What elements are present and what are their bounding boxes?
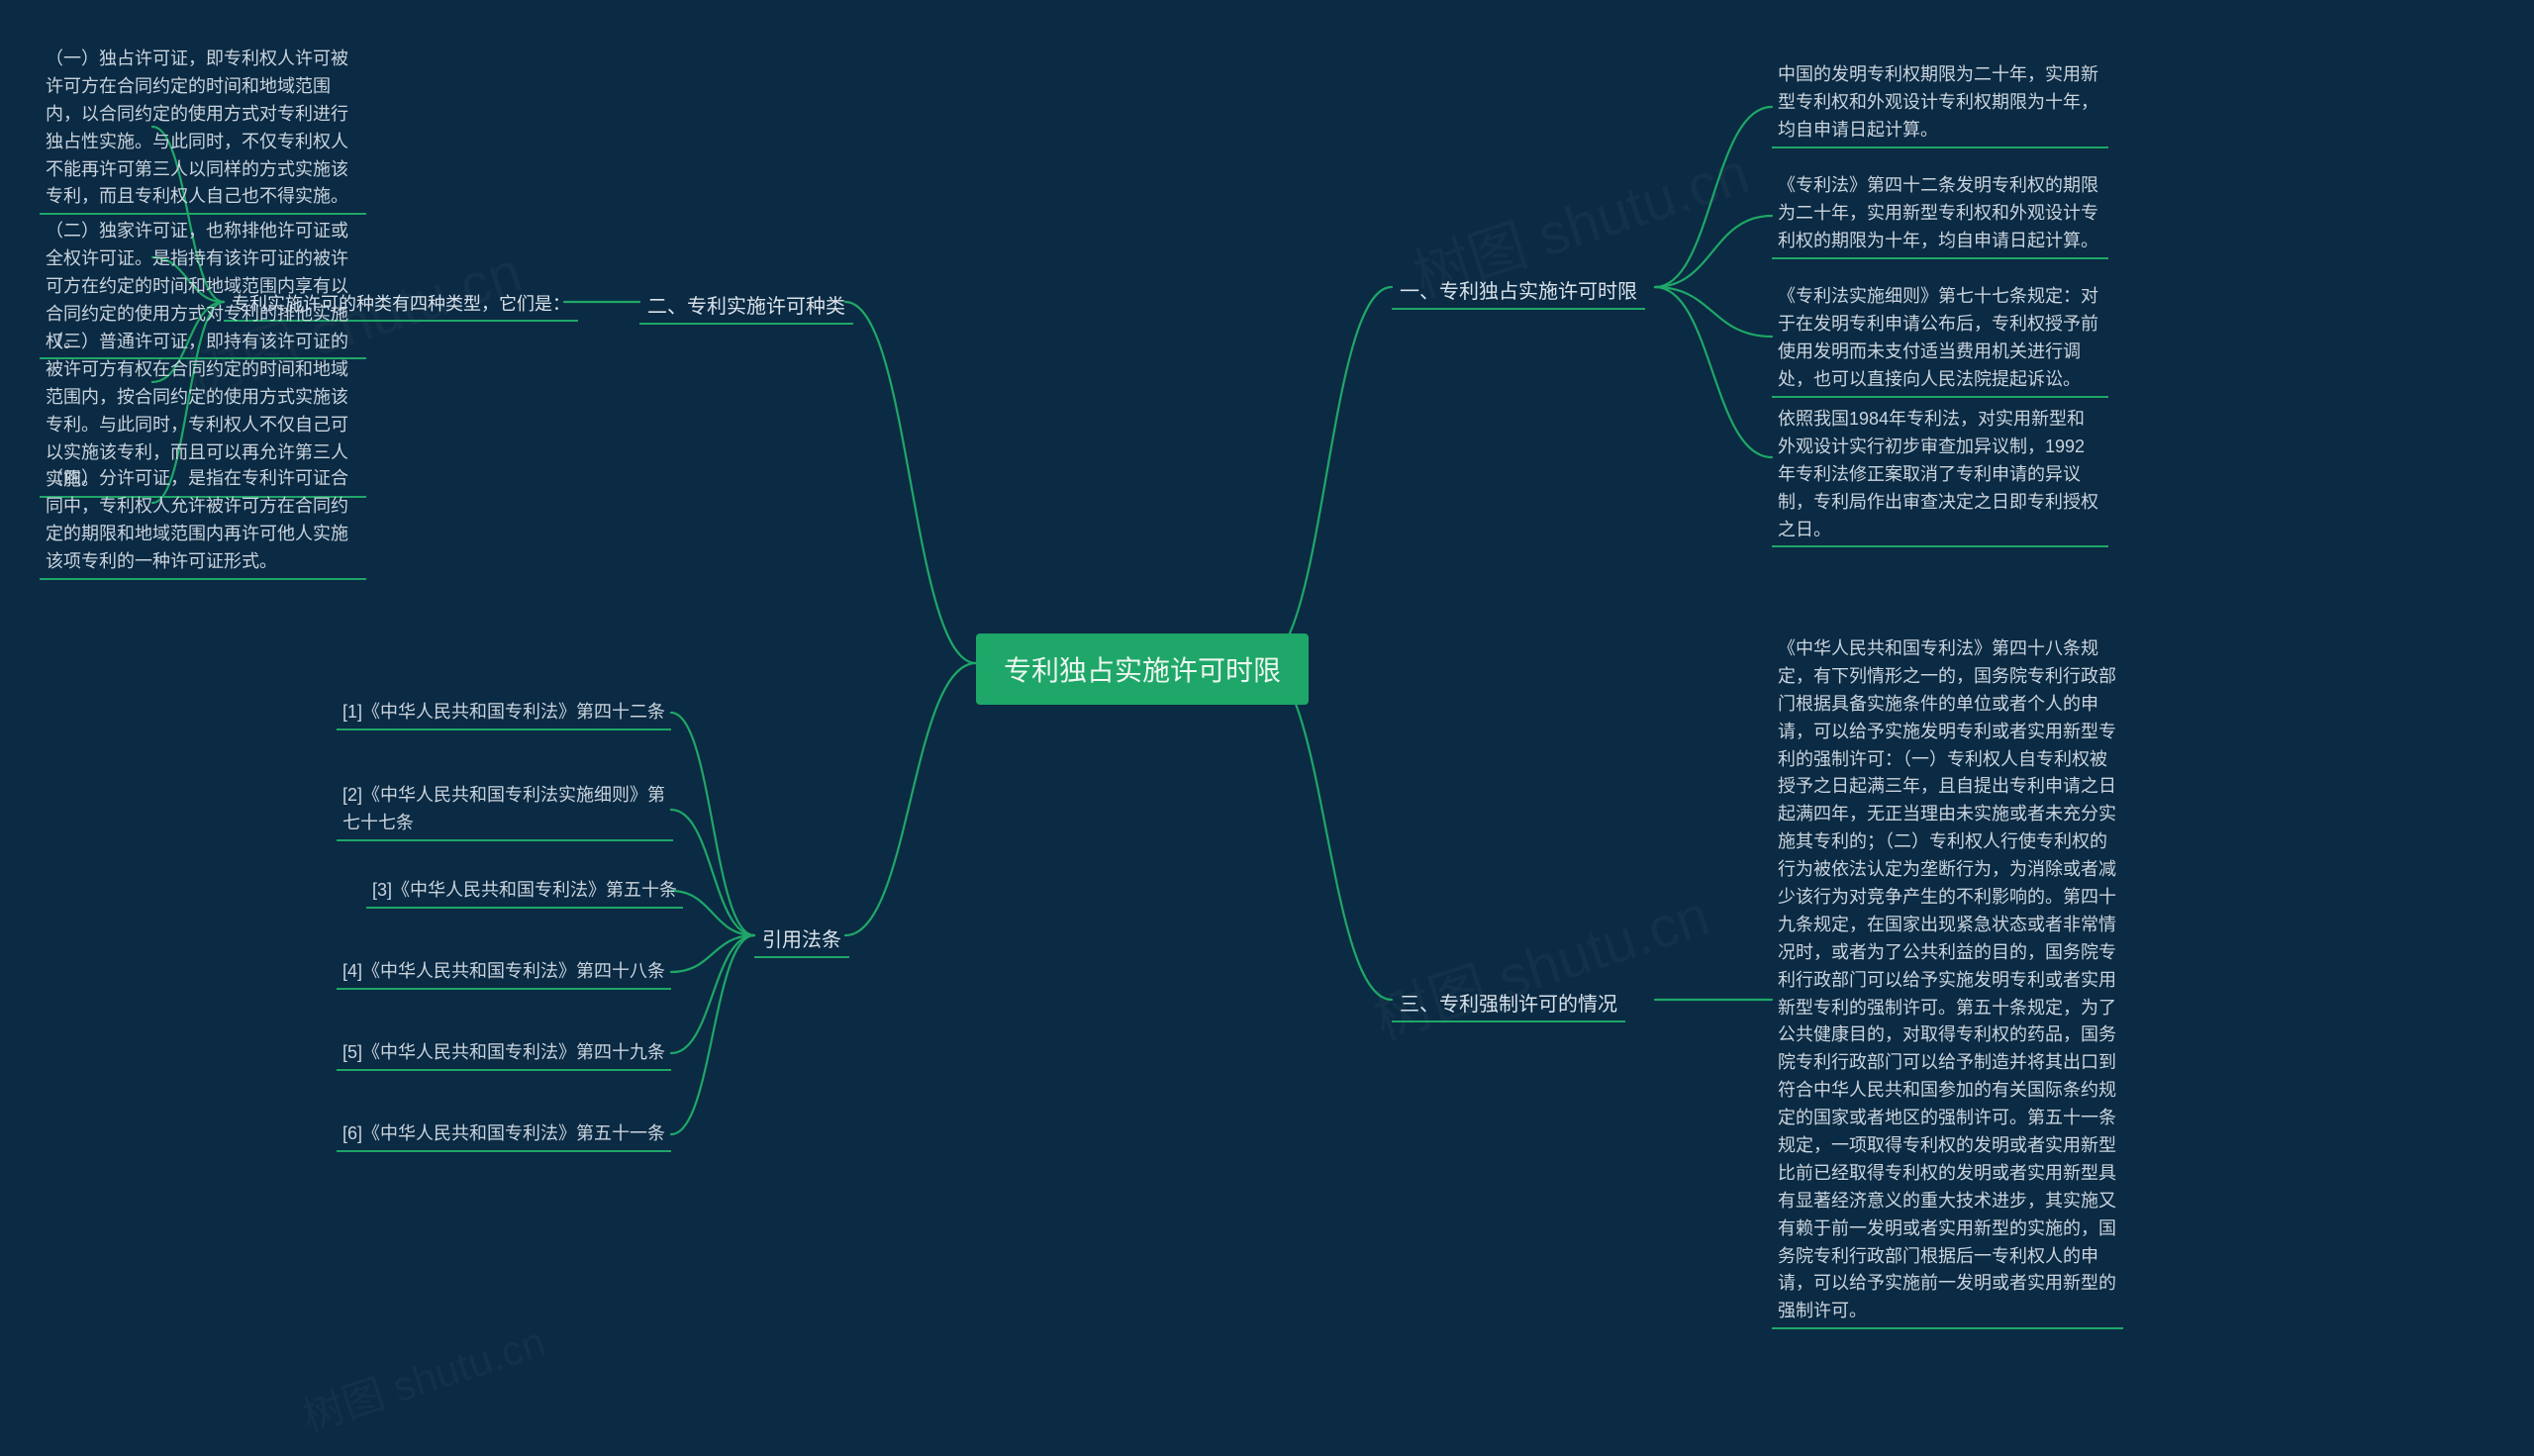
leaf-cite-2: [2]《中华人民共和国专利法实施细则》第七十七条 bbox=[337, 780, 673, 841]
watermark: 树图 shutu.cn bbox=[1362, 869, 1718, 1055]
leaf-cite-1: [1]《中华人民共和国专利法》第四十二条 bbox=[337, 697, 671, 730]
branch-exclusive-term[interactable]: 一、专利独占实施许可时限 bbox=[1392, 271, 1645, 310]
leaf-cite-6: [6]《中华人民共和国专利法》第五十一条 bbox=[337, 1118, 671, 1152]
leaf-term-3: 《专利法实施细则》第七十七条规定：对于在发明专利申请公布后，专利权授予前使用发明… bbox=[1772, 281, 2108, 398]
leaf-term-4: 依照我国1984年专利法，对实用新型和外观设计实行初步审查加异议制，1992年专… bbox=[1772, 404, 2108, 547]
leaf-compulsory: 《中华人民共和国专利法》第四十八条规定，有下列情形之一的，国务院专利行政部门根据… bbox=[1772, 633, 2123, 1329]
branch-citations[interactable]: 引用法条 bbox=[754, 920, 849, 958]
leaf-cite-5: [5]《中华人民共和国专利法》第四十九条 bbox=[337, 1037, 671, 1071]
leaf-cite-3: [3]《中华人民共和国专利法》第五十条 bbox=[366, 875, 683, 909]
branch-compulsory[interactable]: 三、专利强制许可的情况 bbox=[1392, 984, 1625, 1022]
center-node[interactable]: 专利独占实施许可时限 bbox=[976, 633, 1309, 705]
leaf-cite-4: [4]《中华人民共和国专利法》第四十八条 bbox=[337, 956, 671, 990]
leaf-term-2: 《专利法》第四十二条发明专利权的期限为二十年，实用新型专利权和外观设计专利权的期… bbox=[1772, 170, 2108, 259]
watermark: 树图 shutu.cn bbox=[294, 1309, 552, 1444]
leaf-type-exclusive: （一）独占许可证，即专利权人许可被许可方在合同约定的时间和地域范围内，以合同约定… bbox=[40, 44, 366, 215]
branch-license-types[interactable]: 二、专利实施许可种类 bbox=[639, 286, 853, 325]
leaf-type-sublicense: （四）分许可证，是指在专利许可证合同中，专利权人允许被许可方在合同约定的期限和地… bbox=[40, 463, 366, 580]
leaf-term-1: 中国的发明专利权期限为二十年，实用新型专利权和外观设计专利权期限为十年，均自申请… bbox=[1772, 59, 2108, 148]
